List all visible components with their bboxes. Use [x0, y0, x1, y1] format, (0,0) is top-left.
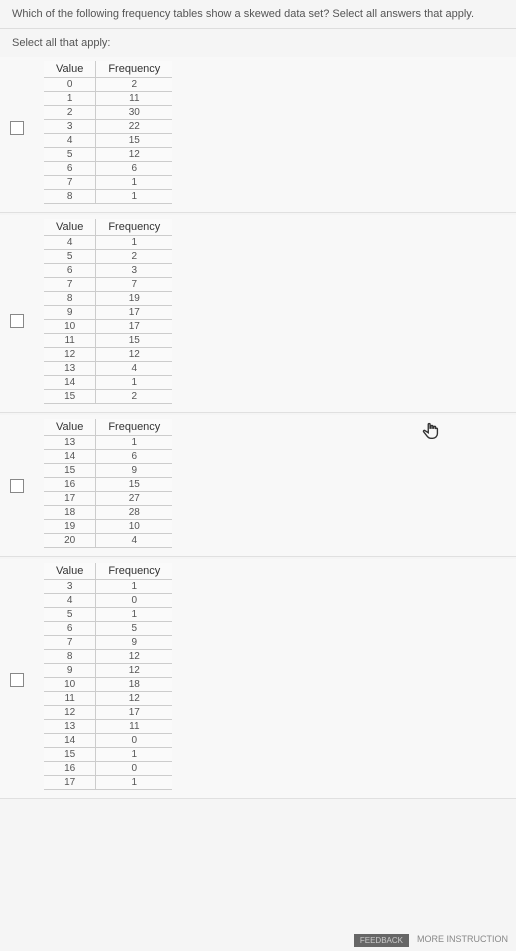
checkbox[interactable]: [10, 121, 24, 135]
table-row: 1615: [44, 478, 172, 492]
table-row: 52: [44, 250, 172, 264]
table-row: 322: [44, 120, 172, 134]
table-row: 41: [44, 236, 172, 250]
table-row: 31: [44, 580, 172, 594]
table-row: 151: [44, 748, 172, 762]
page-container: Which of the following frequency tables …: [0, 0, 516, 951]
col-header-value: Value: [44, 219, 96, 236]
table-row: 63: [44, 264, 172, 278]
footer-bar: FEEDBACK MORE INSTRUCTION: [346, 930, 516, 951]
table-row: 1910: [44, 520, 172, 534]
table-row: 1115: [44, 334, 172, 348]
table-row: 1828: [44, 506, 172, 520]
table-header-row: Value Frequency: [44, 419, 172, 436]
frequency-table: Value Frequency 41 52 63 77 819 917 1017…: [44, 219, 172, 404]
table-row: 81: [44, 190, 172, 204]
col-header-frequency: Frequency: [96, 563, 172, 580]
table-row: 1311: [44, 720, 172, 734]
col-header-frequency: Frequency: [96, 219, 172, 236]
col-header-frequency: Frequency: [96, 61, 172, 78]
frequency-table: Value Frequency 31 40 51 65 79 812 912 1…: [44, 563, 172, 790]
table-header-row: Value Frequency: [44, 61, 172, 78]
table-row: 1112: [44, 692, 172, 706]
table-row: 134: [44, 362, 172, 376]
table-row: 146: [44, 450, 172, 464]
table-row: 140: [44, 734, 172, 748]
table-row: 230: [44, 106, 172, 120]
table-row: 912: [44, 664, 172, 678]
frequency-table: Value Frequency 131 146 159 1615 1727 18…: [44, 419, 172, 548]
question-text: Which of the following frequency tables …: [0, 0, 516, 29]
table-header-row: Value Frequency: [44, 563, 172, 580]
col-header-value: Value: [44, 419, 96, 436]
table-row: 160: [44, 762, 172, 776]
table-row: 1018: [44, 678, 172, 692]
table-row: 131: [44, 436, 172, 450]
checkbox[interactable]: [10, 314, 24, 328]
table-row: 1217: [44, 706, 172, 720]
table-row: 171: [44, 776, 172, 790]
table-row: 66: [44, 162, 172, 176]
table-row: 152: [44, 390, 172, 404]
table-row: 111: [44, 92, 172, 106]
table-row: 204: [44, 534, 172, 548]
table-row: 77: [44, 278, 172, 292]
checkbox[interactable]: [10, 479, 24, 493]
feedback-button[interactable]: FEEDBACK: [354, 934, 409, 947]
table-row: 819: [44, 292, 172, 306]
table-row: 65: [44, 622, 172, 636]
answer-option: Value Frequency 131 146 159 1615 1727 18…: [0, 415, 516, 557]
table-row: 40: [44, 594, 172, 608]
checkbox[interactable]: [10, 673, 24, 687]
table-row: 159: [44, 464, 172, 478]
answer-option: Value Frequency 41 52 63 77 819 917 1017…: [0, 215, 516, 413]
more-instruction-link[interactable]: MORE INSTRUCTION: [417, 934, 508, 947]
table-row: 79: [44, 636, 172, 650]
frequency-table: Value Frequency 02 111 230 322 415 512 6…: [44, 61, 172, 204]
col-header-value: Value: [44, 61, 96, 78]
col-header-frequency: Frequency: [96, 419, 172, 436]
instruction-text: Select all that apply:: [0, 29, 516, 57]
table-row: 917: [44, 306, 172, 320]
table-header-row: Value Frequency: [44, 219, 172, 236]
table-row: 1727: [44, 492, 172, 506]
table-row: 512: [44, 148, 172, 162]
table-row: 141: [44, 376, 172, 390]
table-row: 51: [44, 608, 172, 622]
table-row: 1212: [44, 348, 172, 362]
table-row: 71: [44, 176, 172, 190]
table-row: 812: [44, 650, 172, 664]
table-row: 1017: [44, 320, 172, 334]
answer-option: Value Frequency 02 111 230 322 415 512 6…: [0, 57, 516, 213]
table-row: 02: [44, 78, 172, 92]
col-header-value: Value: [44, 563, 96, 580]
table-row: 415: [44, 134, 172, 148]
answer-option: Value Frequency 31 40 51 65 79 812 912 1…: [0, 559, 516, 799]
